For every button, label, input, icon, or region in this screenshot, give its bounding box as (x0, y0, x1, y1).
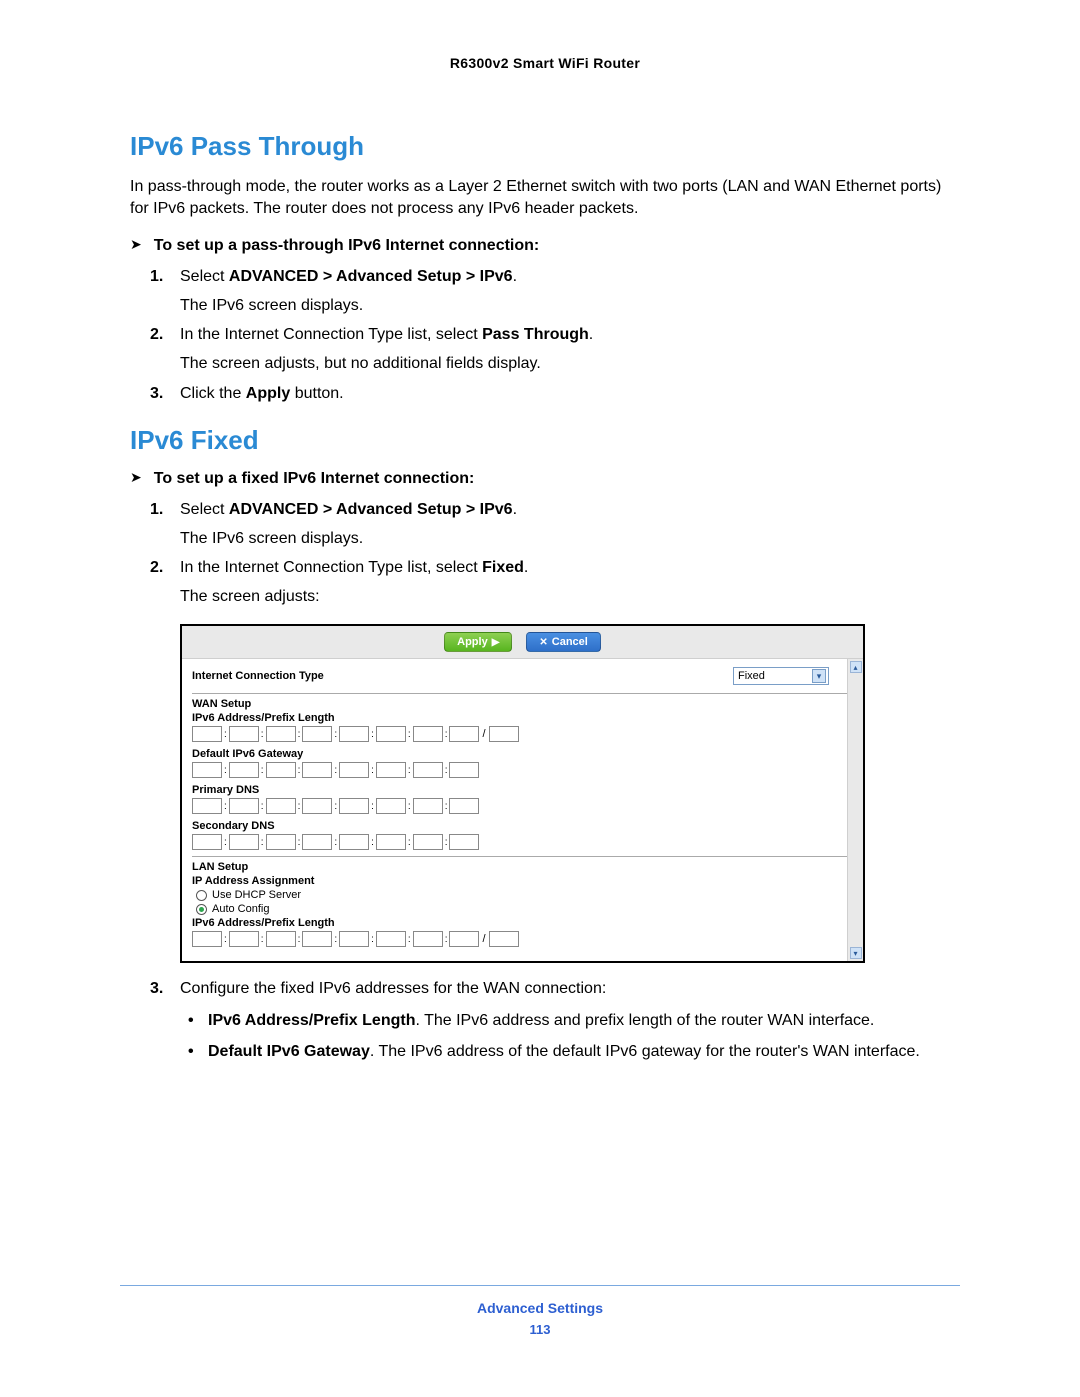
document-header: R6300v2 Smart WiFi Router (130, 55, 960, 71)
step-text: In the Internet Connection Type list, se… (180, 326, 593, 343)
bullet-item: Default IPv6 Gateway. The IPv6 address o… (208, 1040, 960, 1063)
scrollbar[interactable]: ▴ ▾ (847, 659, 863, 961)
default-gateway-label: Default IPv6 Gateway (192, 748, 853, 760)
play-icon: ▶ (492, 637, 500, 648)
step-subtext: The screen adjusts, but no additional fi… (180, 352, 960, 375)
lan-ipv6-address-input[interactable]: :::::::/ (192, 931, 853, 947)
divider (192, 693, 853, 694)
panel-body: ▴ ▾ Internet Connection Type Fixed ▾ WAN… (182, 659, 863, 961)
radio-label: Auto Config (212, 903, 269, 915)
lan-setup-title: LAN Setup (192, 861, 853, 873)
apply-button[interactable]: Apply ▶ (444, 632, 512, 652)
ip-address-assignment-label: IP Address Assignment (192, 875, 853, 887)
scroll-down-icon[interactable]: ▾ (850, 947, 862, 959)
steps-fixed-after: 3. Configure the fixed IPv6 addresses fo… (130, 977, 960, 1063)
procedure-heading-passthrough: ➤ To set up a pass-through IPv6 Internet… (130, 237, 960, 255)
step-text: Select ADVANCED > Advanced Setup > IPv6. (180, 268, 517, 285)
close-icon: ✕ (539, 637, 547, 648)
page-footer: Advanced Settings 113 (120, 1285, 960, 1337)
scroll-up-icon[interactable]: ▴ (850, 661, 862, 673)
step-text: Select ADVANCED > Advanced Setup > IPv6. (180, 501, 517, 518)
radio-use-dhcp-server[interactable]: Use DHCP Server (192, 889, 853, 901)
radio-label: Use DHCP Server (212, 889, 301, 901)
select-value: Fixed (738, 670, 765, 682)
procedure-heading-fixed: ➤ To set up a fixed IPv6 Internet connec… (130, 470, 960, 488)
step-number: 1. (150, 498, 163, 521)
procedure-heading-text: To set up a fixed IPv6 Internet connecti… (154, 470, 475, 488)
footer-section-name: Advanced Settings (120, 1300, 960, 1316)
step-subtext: The IPv6 screen displays. (180, 294, 960, 317)
step-subtext: The screen adjusts: (180, 585, 960, 608)
primary-dns-label: Primary DNS (192, 784, 853, 796)
apply-button-label: Apply (457, 636, 488, 648)
radio-icon (196, 890, 207, 901)
cancel-button-label: Cancel (552, 636, 588, 648)
radio-icon (196, 904, 207, 915)
bullet-item: IPv6 Address/Prefix Length. The IPv6 add… (208, 1009, 960, 1032)
footer-rule (120, 1285, 960, 1286)
radio-auto-config[interactable]: Auto Config (192, 903, 853, 915)
wan-ipv6-address-input[interactable]: :::::::/ (192, 726, 853, 742)
step-text: Click the Apply button. (180, 385, 344, 402)
steps-passthrough: 1. Select ADVANCED > Advanced Setup > IP… (130, 265, 960, 405)
step-number: 2. (150, 323, 163, 346)
default-gateway-input[interactable]: ::::::: (192, 762, 853, 778)
step-number: 3. (150, 382, 163, 405)
paragraph-pass-through: In pass-through mode, the router works a… (130, 176, 960, 221)
heading-ipv6-pass-through: IPv6 Pass Through (130, 131, 960, 162)
chevron-down-icon: ▾ (812, 669, 826, 683)
ipv6-fixed-config-panel: Apply ▶ ✕ Cancel ▴ ▾ Internet Connection… (180, 624, 865, 963)
triangle-bullet-icon: ➤ (130, 469, 142, 486)
panel-toolbar: Apply ▶ ✕ Cancel (182, 626, 863, 659)
lan-ipv6-address-label: IPv6 Address/Prefix Length (192, 917, 853, 929)
secondary-dns-input[interactable]: ::::::: (192, 834, 853, 850)
step-number: 3. (150, 977, 163, 1000)
wan-config-bullets: IPv6 Address/Prefix Length. The IPv6 add… (180, 1009, 960, 1063)
divider (192, 856, 853, 857)
internet-connection-type-label: Internet Connection Type (192, 670, 324, 682)
step-number: 2. (150, 556, 163, 579)
primary-dns-input[interactable]: ::::::: (192, 798, 853, 814)
footer-page-number: 113 (120, 1322, 960, 1337)
wan-ipv6-address-label: IPv6 Address/Prefix Length (192, 712, 853, 724)
step-text: In the Internet Connection Type list, se… (180, 559, 528, 576)
secondary-dns-label: Secondary DNS (192, 820, 853, 832)
step-text: Configure the fixed IPv6 addresses for t… (180, 980, 606, 997)
heading-ipv6-fixed: IPv6 Fixed (130, 425, 960, 456)
triangle-bullet-icon: ➤ (130, 236, 142, 253)
steps-fixed: 1. Select ADVANCED > Advanced Setup > IP… (130, 498, 960, 609)
step-number: 1. (150, 265, 163, 288)
procedure-heading-text: To set up a pass-through IPv6 Internet c… (154, 237, 540, 255)
wan-setup-title: WAN Setup (192, 698, 853, 710)
cancel-button[interactable]: ✕ Cancel (526, 632, 600, 652)
step-subtext: The IPv6 screen displays. (180, 527, 960, 550)
internet-connection-type-select[interactable]: Fixed ▾ (733, 667, 829, 685)
